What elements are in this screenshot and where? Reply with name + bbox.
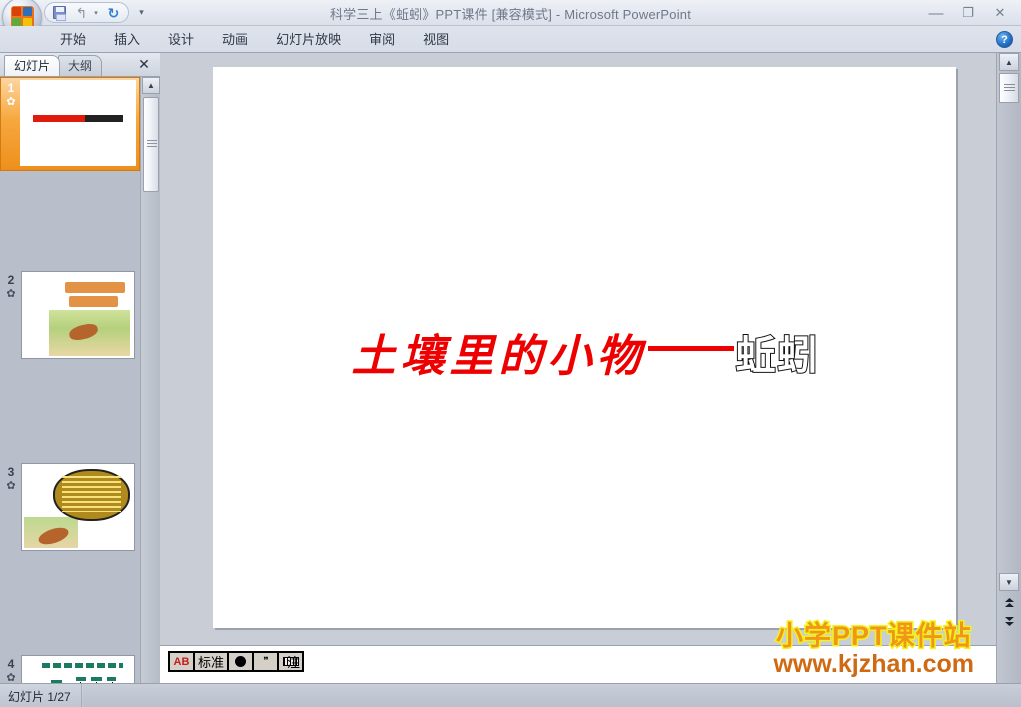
animation-star-icon: ✿ [6, 672, 16, 683]
quote-icon: ❞ [263, 656, 268, 667]
title-dash-rule [647, 345, 734, 351]
thumbnail-slide-4[interactable]: 4 ✿ [0, 653, 140, 683]
slide-scrollbar[interactable]: ▲ ▼ [996, 53, 1021, 683]
customize-qat-button[interactable]: ▾ [131, 3, 152, 21]
double-up-arrow-icon [1004, 597, 1014, 607]
ab-icon: AB [173, 655, 190, 668]
grip-icon [1004, 84, 1015, 93]
animation-star-icon: ✿ [6, 96, 16, 108]
thumbnail-preview [21, 655, 135, 683]
close-panel-icon[interactable]: ✕ [136, 56, 152, 72]
thumb-label [91, 676, 102, 681]
thumbnail-preview [20, 80, 136, 166]
status-bar: 幻灯片 1/27 [0, 683, 1021, 707]
redo-button[interactable]: ↻ [103, 4, 124, 22]
slide-number: 3 [7, 465, 15, 479]
scroll-thumb[interactable] [143, 97, 159, 192]
tab-outline[interactable]: 大纲 [58, 55, 103, 76]
minimize-button[interactable]: — [925, 3, 947, 23]
previous-slide-button[interactable] [999, 594, 1019, 612]
double-down-arrow-icon [1004, 616, 1014, 626]
legacy-view-toolbar: AB 标准 ❞ [168, 651, 305, 672]
thumb-title-graphic [33, 114, 123, 123]
undo-button[interactable]: ↰ [71, 4, 92, 22]
scroll-thumb[interactable] [999, 73, 1019, 103]
grip-icon [147, 140, 157, 148]
undo-icon: ↰ [75, 4, 88, 21]
chevron-down-icon: ▾ [139, 6, 144, 17]
animation-star-icon: ✿ [6, 480, 16, 492]
next-slide-button[interactable] [999, 613, 1019, 631]
ribbon-tab-bar: 开始 插入 设计 动画 幻灯片放映 审阅 视图 ? [0, 26, 1021, 53]
slide-number: 2 [7, 273, 15, 287]
undo-dropdown-button[interactable]: ▾ [93, 4, 102, 22]
watermark-url: www.kjzhan.com [772, 650, 976, 678]
tab-animations[interactable]: 动画 [208, 28, 262, 52]
thumbnail-slide-2[interactable]: 2 ✿ [0, 269, 140, 365]
scroll-up-button[interactable]: ▲ [142, 77, 160, 94]
thumb-heading-graphic [64, 282, 126, 293]
slide-number: 4 [7, 657, 15, 671]
slides-panel: 幻灯片 大纲 ✕ 1 ✿ 2 ✿ 3 ✿ 4 ✿ ▲ [0, 53, 160, 683]
help-icon[interactable]: ? [996, 31, 1013, 48]
tab-view[interactable]: 视图 [409, 28, 463, 52]
window-title: 科学三上《蚯蚓》PPT课件 [兼容模式] - Microsoft PowerPo… [329, 6, 692, 22]
tab-review[interactable]: 审阅 [355, 28, 409, 52]
thumbnail-preview [21, 271, 135, 359]
animation-star-icon: ✿ [6, 288, 16, 300]
tab-home[interactable]: 开始 [46, 28, 100, 52]
moon-button[interactable] [228, 652, 254, 671]
window-controls: — ❐ ✕ [925, 0, 1017, 26]
thumb-label [75, 676, 86, 681]
slide-canvas[interactable]: 土壤里的小物 蚯蚓 [213, 67, 956, 628]
powerpoint-window: ↰ ▾ ↻ ▾ 科学三上《蚯蚓》PPT课件 [兼容模式] - Microsoft… [0, 0, 1021, 707]
thumb-heading-graphic-2 [69, 296, 119, 308]
view-mode-label[interactable]: 标准 [194, 652, 229, 671]
quote-button[interactable]: ❞ [253, 652, 279, 671]
panel-scrollbar[interactable]: ▲ [140, 77, 160, 683]
thumbnail-list[interactable]: 1 ✿ 2 ✿ 3 ✿ 4 ✿ [0, 77, 140, 683]
thumbnail-preview [21, 463, 135, 551]
save-icon [53, 6, 66, 21]
ab-icon-button[interactable]: AB [169, 652, 194, 671]
tab-slideshow[interactable]: 幻灯片放映 [262, 28, 355, 52]
notes-trailing-text: 注 [287, 655, 301, 670]
slide-title-subject: 蚯蚓 [735, 332, 820, 380]
tab-slides[interactable]: 幻灯片 [4, 55, 61, 76]
quick-access-toolbar: ↰ ▾ ↻ [44, 2, 129, 23]
redo-icon: ↻ [107, 4, 120, 21]
slide-counter: 幻灯片 1/27 [0, 684, 82, 707]
title-bar: ↰ ▾ ↻ ▾ 科学三上《蚯蚓》PPT课件 [兼容模式] - Microsoft… [0, 0, 1021, 37]
tab-design[interactable]: 设计 [154, 28, 208, 52]
moon-icon [235, 656, 247, 667]
slide-title-main: 土壤里的小物 [351, 331, 646, 382]
thumb-text-lines [62, 476, 121, 513]
slide-editing-area: 土壤里的小物 蚯蚓 [160, 53, 996, 645]
slide-number: 1 [7, 81, 15, 95]
notes-pane[interactable]: AB 标准 ❞ 注 小学PPT课件站 www.kjzhan.com [160, 621, 996, 683]
thumb-label [107, 676, 117, 681]
slide-title-textbox[interactable]: 土壤里的小物 蚯蚓 [214, 320, 957, 384]
scroll-down-button[interactable]: ▼ [999, 573, 1019, 591]
ribbon-tabs: 开始 插入 设计 动画 幻灯片放映 审阅 视图 [46, 26, 463, 53]
restore-button[interactable]: ❐ [957, 3, 979, 23]
chevron-down-icon: ▾ [94, 9, 98, 17]
save-button[interactable] [49, 4, 70, 22]
thumbnail-slide-1[interactable]: 1 ✿ [0, 77, 140, 173]
scroll-up-button[interactable]: ▲ [999, 53, 1019, 71]
close-button[interactable]: ✕ [989, 3, 1011, 23]
thumb-heading-graphic [42, 662, 123, 669]
tab-insert[interactable]: 插入 [100, 28, 154, 52]
status-bar-filler [83, 684, 1021, 707]
thumbnail-slide-3[interactable]: 3 ✿ [0, 461, 140, 557]
panel-tab-bar: 幻灯片 大纲 ✕ [0, 53, 160, 77]
